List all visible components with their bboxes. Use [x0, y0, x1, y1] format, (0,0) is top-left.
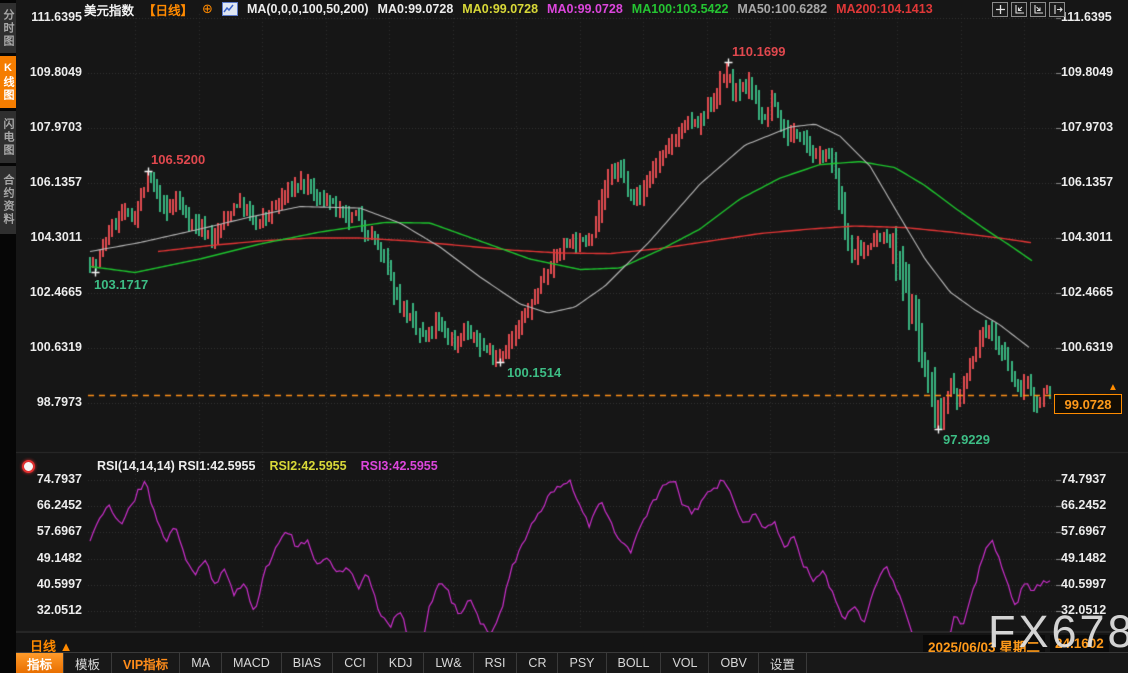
- toolbar-item-设置[interactable]: 设置: [759, 653, 807, 673]
- rsi-y-label-left: 74.7937: [18, 472, 82, 486]
- toolbar-item-PSY[interactable]: PSY: [558, 653, 606, 673]
- rsi-y-label-left: 40.5997: [18, 577, 82, 591]
- rsi3-label: RSI3:42.5955: [361, 459, 438, 473]
- main-y-label-left: 102.4665: [18, 285, 82, 299]
- rsi-y-label-left: 66.2452: [18, 498, 82, 512]
- toolbar-item-指标[interactable]: 指标: [16, 653, 64, 673]
- trading-app-window: 分时图 K线图闪电图合约资料 美元指数 【日线】 ⊕ MA(0,0,0,100,5…: [0, 0, 1128, 673]
- scale-left-icon[interactable]: [1011, 2, 1027, 17]
- main-y-label-right: 100.6319: [1061, 340, 1113, 354]
- left-sidebar: 分时图 K线图闪电图合约资料: [0, 0, 16, 673]
- main-y-label-right: 106.1357: [1061, 175, 1113, 189]
- price-annotation: 100.1514: [507, 365, 561, 380]
- rsi2-label: RSI2:42.5955: [269, 459, 346, 473]
- rsi-y-label-left: 57.6967: [18, 524, 82, 538]
- ma-legend-item: MA0:99.0728: [547, 2, 623, 16]
- main-y-label-left: 111.6395: [18, 10, 82, 24]
- ma-legend-item: MA200:104.1413: [836, 2, 933, 16]
- sidebar-item-4[interactable]: 合约资料: [0, 166, 16, 234]
- period-tag[interactable]: 【日线】: [143, 0, 193, 19]
- symbol-title: 美元指数: [84, 0, 134, 19]
- toolbar-item-CR[interactable]: CR: [517, 653, 558, 673]
- toolbar-item-模板[interactable]: 模板: [64, 653, 112, 673]
- main-y-label-left: 104.3011: [18, 230, 82, 244]
- toolbar-item-MA[interactable]: MA: [180, 653, 222, 673]
- main-y-label-right: 109.8049: [1061, 65, 1113, 79]
- rsi-legend: RSI(14,14,14) RSI1:42.5955 RSI2:42.5955 …: [22, 459, 438, 473]
- main-y-label-left: 107.9703: [18, 120, 82, 134]
- toolbar-item-VIP指标[interactable]: VIP指标: [112, 653, 180, 673]
- price-annotation: 97.9229: [943, 432, 990, 447]
- shift-right-icon[interactable]: [1049, 2, 1065, 17]
- price-marker-arrow-icon[interactable]: ▲: [1108, 382, 1118, 393]
- chart-type-icon[interactable]: [222, 2, 238, 16]
- toolbar-item-RSI[interactable]: RSI: [474, 653, 518, 673]
- rsi-y-label-left: 49.1482: [18, 551, 82, 565]
- main-y-label-right: 102.4665: [1061, 285, 1113, 299]
- toolbar-item-LW&[interactable]: LW&: [424, 653, 473, 673]
- ma-legend-item: MA(0,0,0,100,50,200): [247, 2, 369, 16]
- red-dot-icon[interactable]: [22, 460, 35, 473]
- toolbar-item-KDJ[interactable]: KDJ: [378, 653, 425, 673]
- main-y-label-right: 104.3011: [1061, 230, 1112, 244]
- toolbar-item-BIAS[interactable]: BIAS: [282, 653, 334, 673]
- rsi-y-label-right: 57.6967: [1061, 524, 1106, 538]
- main-y-label-right: 111.6395: [1061, 10, 1112, 24]
- ma-legend-item: MA50:100.6282: [737, 2, 827, 16]
- scale-right-icon[interactable]: [1030, 2, 1046, 17]
- toolbar-item-BOLL[interactable]: BOLL: [607, 653, 662, 673]
- main-y-label-left: 109.8049: [18, 65, 82, 79]
- price-annotation: 110.1699: [732, 44, 786, 59]
- chart-nav-icons: [992, 2, 1065, 17]
- time-axis-row: 日线 ▲ 2025/06/03 星期二 24.1602: [0, 632, 1128, 654]
- main-y-label-left: 98.7973: [18, 395, 82, 409]
- toolbar-item-MACD[interactable]: MACD: [222, 653, 282, 673]
- ma-legend-item: MA100:103.5422: [632, 2, 729, 16]
- rsi-y-label-right: 49.1482: [1061, 551, 1106, 565]
- main-y-label-right: 107.9703: [1061, 120, 1113, 134]
- main-y-label-left: 100.6319: [18, 340, 82, 354]
- sidebar-item-3[interactable]: 闪电图: [0, 111, 16, 163]
- price-annotation: 106.5200: [151, 152, 205, 167]
- rsi-y-label-right: 66.2452: [1061, 498, 1106, 512]
- price-annotation: 103.1717: [94, 277, 148, 292]
- toolbar-item-VOL[interactable]: VOL: [661, 653, 709, 673]
- sidebar-item-1[interactable]: 分时图: [0, 3, 16, 53]
- main-y-label-left: 106.1357: [18, 175, 82, 189]
- fx678-watermark: FX678: [988, 606, 1128, 658]
- chart-header: 美元指数 【日线】 ⊕ MA(0,0,0,100,50,200) MA0:99.0…: [84, 1, 933, 17]
- toolbar-item-OBV[interactable]: OBV: [709, 653, 758, 673]
- rsi-main-label: RSI(14,14,14) RSI1:42.5955: [97, 459, 255, 473]
- rsi-y-label-right: 40.5997: [1061, 577, 1106, 591]
- sidebar-item-2[interactable]: K线图: [0, 56, 16, 108]
- indicator-toolbar: 指标模板VIP指标MAMACDBIASCCIKDJLW&RSICRPSYBOLL…: [16, 652, 1128, 673]
- move-icon[interactable]: [992, 2, 1008, 17]
- toolbar-item-CCI[interactable]: CCI: [333, 653, 378, 673]
- current-price-box: 99.0728: [1054, 394, 1122, 414]
- rsi-y-label-right: 74.7937: [1061, 472, 1106, 486]
- rsi-y-label-left: 32.0512: [18, 603, 82, 617]
- price-chart-canvas[interactable]: [0, 0, 1128, 673]
- add-indicator-icon[interactable]: ⊕: [202, 1, 213, 17]
- ma-legend-item: MA0:99.0728: [462, 2, 538, 16]
- ma-legend: MA(0,0,0,100,50,200) MA0:99.0728 MA0:99.07…: [247, 2, 933, 16]
- ma-legend-item: MA0:99.0728: [378, 2, 454, 16]
